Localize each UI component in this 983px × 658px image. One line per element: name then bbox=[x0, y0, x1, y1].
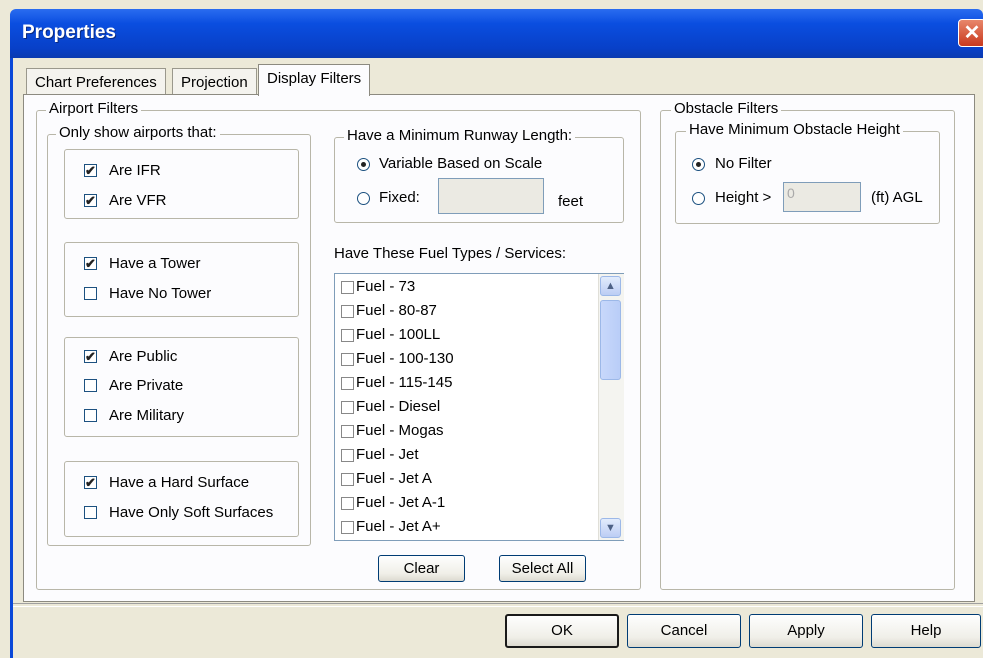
soft-surface-checkbox[interactable] bbox=[84, 506, 97, 519]
variable-scale-radio[interactable] bbox=[357, 158, 370, 171]
fuel-checkbox[interactable] bbox=[341, 521, 354, 534]
obstacle-unit-label: (ft) AGL bbox=[871, 189, 923, 206]
fuel-checkbox[interactable] bbox=[341, 449, 354, 462]
title-bar[interactable] bbox=[10, 9, 983, 58]
cancel-button[interactable]: Cancel bbox=[627, 614, 741, 648]
fuel-label: Fuel - 73 bbox=[356, 278, 416, 295]
are-military-label: Are Military bbox=[109, 407, 185, 424]
tab-label: Display Filters bbox=[267, 70, 362, 87]
fuel-checkbox[interactable] bbox=[341, 473, 354, 486]
obstacle-filters-legend: Obstacle Filters bbox=[671, 100, 782, 117]
apply-button[interactable]: Apply bbox=[749, 614, 863, 648]
fuel-label: Fuel - 100LL bbox=[356, 326, 441, 343]
are-private-label: Are Private bbox=[109, 377, 184, 394]
fixed-label: Fixed: bbox=[379, 189, 420, 206]
have-tower-checkbox[interactable]: ✔ bbox=[84, 257, 97, 270]
chevron-down-icon: ▼ bbox=[605, 522, 616, 534]
are-public-label: Are Public bbox=[109, 348, 178, 365]
scroll-down-button[interactable]: ▼ bbox=[600, 518, 621, 538]
runway-length-legend: Have a Minimum Runway Length: bbox=[344, 127, 576, 144]
fuel-types-label: Have These Fuel Types / Services: bbox=[334, 245, 567, 262]
fuel-label: Fuel - 115-145 bbox=[356, 374, 453, 391]
fuel-label: Fuel - Jet A bbox=[356, 470, 432, 487]
are-ifr-label: Are IFR bbox=[109, 162, 161, 179]
fuel-checkbox[interactable] bbox=[341, 425, 354, 438]
close-icon: ✕ bbox=[963, 22, 981, 44]
tab-display-filters[interactable]: Display Filters bbox=[258, 64, 371, 96]
airport-filters-legend: Airport Filters bbox=[46, 100, 142, 117]
runway-length-input[interactable] bbox=[438, 178, 544, 214]
fuel-checkbox[interactable] bbox=[341, 377, 354, 390]
only-show-legend: Only show airports that: bbox=[56, 124, 220, 141]
ok-button[interactable]: OK bbox=[505, 614, 619, 648]
fuel-label: Fuel - Jet bbox=[356, 446, 419, 463]
height-label: Height > bbox=[715, 189, 772, 206]
fuel-checkbox[interactable] bbox=[341, 401, 354, 414]
fuel-checkbox[interactable] bbox=[341, 305, 354, 318]
close-button[interactable]: ✕ bbox=[958, 19, 983, 47]
tab-projection[interactable]: Projection bbox=[172, 68, 257, 94]
fuel-label: Fuel - Diesel bbox=[356, 398, 441, 415]
height-radio[interactable] bbox=[692, 192, 705, 205]
fuel-label: Fuel - Jet A-1 bbox=[356, 494, 446, 511]
soft-surface-label: Have Only Soft Surfaces bbox=[109, 504, 274, 521]
fuel-label: Fuel - 80-87 bbox=[356, 302, 437, 319]
scroll-up-button[interactable]: ▲ bbox=[600, 276, 621, 296]
tab-label: Chart Preferences bbox=[35, 74, 157, 91]
fuel-types-listbox[interactable]: Fuel - 73 Fuel - 80-87 Fuel - 100LL Fuel… bbox=[334, 273, 624, 541]
have-no-tower-label: Have No Tower bbox=[109, 285, 212, 302]
bottom-separator bbox=[13, 603, 983, 607]
fuel-checkbox[interactable] bbox=[341, 353, 354, 366]
are-private-checkbox[interactable] bbox=[84, 379, 97, 392]
fuel-label: Fuel - Jet A+ bbox=[356, 518, 441, 535]
fuel-checkbox[interactable] bbox=[341, 497, 354, 510]
help-button[interactable]: Help bbox=[871, 614, 981, 648]
have-tower-label: Have a Tower bbox=[109, 255, 201, 272]
fixed-radio[interactable] bbox=[357, 192, 370, 205]
chevron-up-icon: ▲ bbox=[605, 280, 616, 292]
tab-label: Projection bbox=[181, 74, 248, 91]
hard-surface-checkbox[interactable]: ✔ bbox=[84, 476, 97, 489]
fuel-label: Fuel - 100-130 bbox=[356, 350, 454, 367]
ifr-vfr-subgroup bbox=[64, 149, 299, 219]
no-filter-radio[interactable] bbox=[692, 158, 705, 171]
are-military-checkbox[interactable] bbox=[84, 409, 97, 422]
are-vfr-checkbox[interactable]: ✔ bbox=[84, 194, 97, 207]
obstacle-height-input[interactable]: 0 bbox=[783, 182, 861, 212]
select-all-button[interactable]: Select All bbox=[499, 555, 586, 582]
no-filter-label: No Filter bbox=[715, 155, 772, 172]
are-ifr-checkbox[interactable]: ✔ bbox=[84, 164, 97, 177]
have-no-tower-checkbox[interactable] bbox=[84, 287, 97, 300]
scrollbar-thumb[interactable] bbox=[600, 300, 621, 380]
tower-subgroup bbox=[64, 242, 299, 317]
window-title: Properties bbox=[22, 22, 116, 43]
fuel-checkbox[interactable] bbox=[341, 281, 354, 294]
are-public-checkbox[interactable]: ✔ bbox=[84, 350, 97, 363]
surface-subgroup bbox=[64, 461, 299, 537]
clear-button[interactable]: Clear bbox=[378, 555, 465, 582]
hard-surface-label: Have a Hard Surface bbox=[109, 474, 250, 491]
are-vfr-label: Are VFR bbox=[109, 192, 167, 209]
fuel-label: Fuel - Mogas bbox=[356, 422, 444, 439]
min-obstacle-height-legend: Have Minimum Obstacle Height bbox=[686, 121, 903, 138]
fuel-checkbox[interactable] bbox=[341, 329, 354, 342]
runway-unit-label: feet bbox=[558, 193, 584, 210]
tab-chart-preferences[interactable]: Chart Preferences bbox=[26, 68, 166, 94]
variable-scale-label: Variable Based on Scale bbox=[379, 155, 543, 172]
